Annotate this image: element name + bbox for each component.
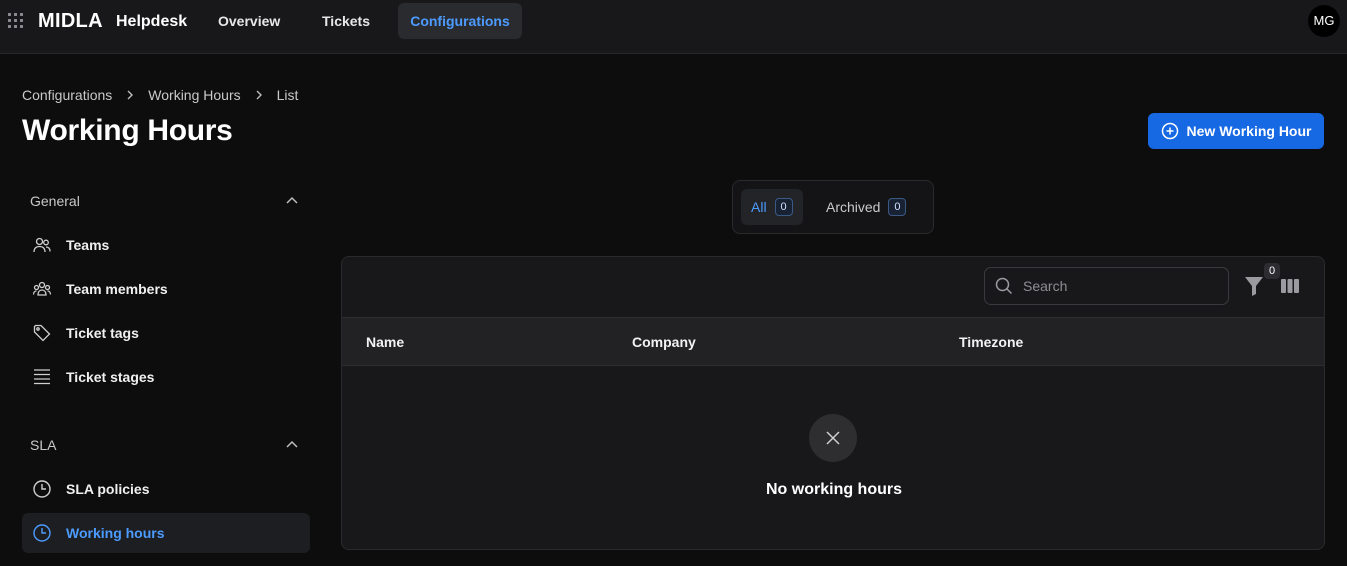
breadcrumb-working-hours[interactable]: Working Hours xyxy=(148,87,240,103)
sidebar-item-label: SLA policies xyxy=(66,481,150,497)
sidebar-item-label: Working hours xyxy=(66,525,165,541)
tag-icon xyxy=(33,324,51,342)
filter-icon[interactable] xyxy=(1244,275,1264,297)
column-header-company[interactable]: Company xyxy=(632,334,696,350)
top-navigation-bar: MIDLA Helpdesk Overview Tickets Configur… xyxy=(0,0,1347,54)
empty-state-icon xyxy=(809,414,857,462)
breadcrumb-configurations[interactable]: Configurations xyxy=(22,87,112,103)
search-input[interactable] xyxy=(1023,278,1213,294)
sidebar-item-label: Team members xyxy=(66,281,168,297)
plus-circle-icon xyxy=(1161,122,1178,140)
tab-archived-count: 0 xyxy=(888,198,907,216)
sidebar-item-label: Ticket stages xyxy=(66,369,155,385)
new-working-hour-label: New Working Hour xyxy=(1186,123,1312,139)
breadcrumb: Configurations Working Hours List xyxy=(22,87,298,103)
sidebar-item-label: Ticket tags xyxy=(66,325,139,341)
breadcrumb-list: List xyxy=(276,87,299,103)
new-working-hour-button[interactable]: New Working Hour xyxy=(1148,113,1324,149)
stages-icon xyxy=(34,369,50,385)
close-icon xyxy=(826,431,840,445)
chevron-up-icon[interactable] xyxy=(285,196,299,206)
chevron-up-icon[interactable] xyxy=(285,440,299,450)
apps-grid-icon[interactable] xyxy=(8,13,24,29)
empty-state-message: No working hours xyxy=(766,481,902,498)
midla-logo[interactable]: MIDLA xyxy=(38,10,103,33)
search-box[interactable] xyxy=(984,267,1229,305)
columns-icon[interactable] xyxy=(1280,277,1300,295)
sidebar-item-teams[interactable]: Teams xyxy=(22,225,310,265)
column-header-timezone[interactable]: Timezone xyxy=(959,334,1023,350)
tab-archived[interactable]: Archived 0 xyxy=(816,189,916,225)
tab-all[interactable]: All 0 xyxy=(741,189,803,225)
filter-count-badge: 0 xyxy=(1264,263,1280,279)
sidebar-item-sla-policies[interactable]: SLA policies xyxy=(22,469,310,509)
section-general-title[interactable]: General xyxy=(30,193,80,209)
sidebar-item-ticket-tags[interactable]: Ticket tags xyxy=(22,313,310,353)
users-icon xyxy=(33,237,51,253)
chevron-right-icon xyxy=(256,90,262,100)
sidebar-item-label: Teams xyxy=(66,237,110,253)
chevron-right-icon xyxy=(127,90,134,100)
tab-all-count: 0 xyxy=(774,198,793,216)
status-tabs: All 0 Archived 0 xyxy=(732,180,934,234)
sidebar-item-team-members[interactable]: Team members xyxy=(22,269,310,309)
product-name: Helpdesk xyxy=(116,13,188,30)
team-members-icon xyxy=(32,281,52,296)
section-sla-title[interactable]: SLA xyxy=(30,437,56,453)
working-hours-table: 0 Name Company Timezone No working hours xyxy=(341,256,1325,550)
nav-overview[interactable]: Overview xyxy=(206,3,292,39)
column-header-name[interactable]: Name xyxy=(366,334,404,350)
nav-tickets[interactable]: Tickets xyxy=(310,3,382,39)
sidebar-item-working-hours[interactable]: Working hours xyxy=(22,513,310,553)
sidebar-item-ticket-stages[interactable]: Ticket stages xyxy=(22,357,310,397)
nav-configurations[interactable]: Configurations xyxy=(398,3,522,39)
user-avatar[interactable]: MG xyxy=(1308,5,1340,37)
page-title: Working Hours xyxy=(22,114,233,147)
search-icon xyxy=(995,277,1013,295)
clock-icon xyxy=(33,480,51,498)
clock-icon xyxy=(33,524,51,542)
tab-archived-label: Archived xyxy=(826,199,881,215)
tab-all-label: All xyxy=(751,199,767,215)
table-header: Name Company Timezone xyxy=(342,317,1324,366)
